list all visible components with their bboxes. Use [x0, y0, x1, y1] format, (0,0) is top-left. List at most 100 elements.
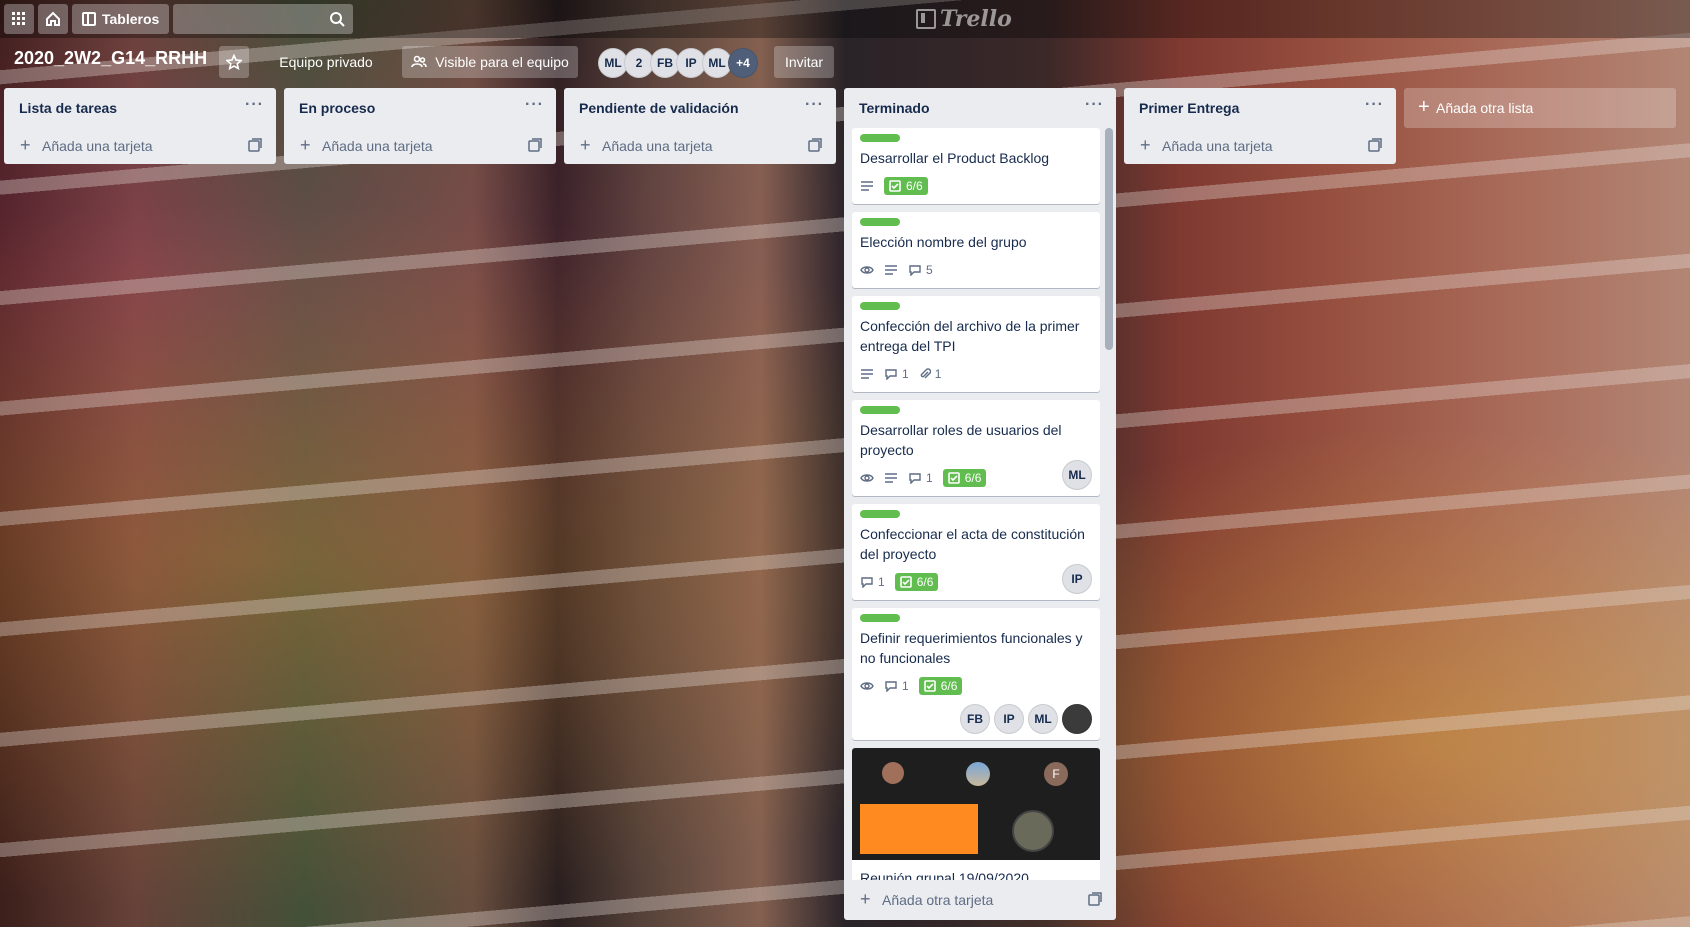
checklist-count: 6/6: [940, 679, 958, 693]
star-icon: [226, 54, 242, 70]
list-header: Terminado ···: [844, 88, 1116, 128]
paperclip-icon: [920, 368, 931, 379]
visibility-button[interactable]: Visible para el equipo: [402, 46, 578, 78]
card-title: Elección nombre del grupo: [860, 234, 1027, 250]
plus-icon: +: [1418, 96, 1430, 118]
grid-icon: [12, 12, 25, 25]
card-template-icon[interactable]: [248, 138, 262, 152]
card-with-cover[interactable]: F Reunión grupal 19/09/2020 1 1: [852, 748, 1100, 880]
add-card-label: Añada otra tarjeta: [882, 892, 994, 908]
card-title: Definir requerimientos funcionales y no …: [860, 630, 1083, 666]
star-board-button[interactable]: [219, 46, 249, 78]
plus-icon: +: [580, 135, 591, 155]
card-template-icon[interactable]: [808, 138, 822, 152]
eye-icon: [860, 682, 874, 690]
list-menu-button[interactable]: ···: [1085, 96, 1104, 114]
checklist-badge: 6/6: [884, 177, 928, 195]
card[interactable]: Confeccionar el acta de constitución del…: [852, 504, 1100, 600]
add-card-button[interactable]: + Añada una tarjeta: [4, 128, 276, 164]
add-card-button[interactable]: + Añada una tarjeta: [1124, 128, 1396, 164]
invite-button[interactable]: Invitar: [774, 46, 834, 78]
list-scrollbar-thumb[interactable]: [1105, 128, 1113, 350]
list-menu-button[interactable]: ···: [805, 96, 824, 114]
add-card-button[interactable]: + Añada otra tarjeta: [844, 882, 1116, 918]
card-badges: 6/6: [860, 174, 1092, 198]
card-label-green[interactable]: [860, 134, 900, 142]
comments-count: 1: [902, 367, 909, 381]
search-input[interactable]: [173, 4, 354, 34]
card-member-avatar[interactable]: IP: [1062, 564, 1092, 594]
plus-icon: +: [20, 135, 31, 155]
list-header: Primer Entrega ···: [1124, 88, 1396, 128]
eye-icon: [860, 474, 874, 482]
home-button[interactable]: [38, 4, 68, 34]
checklist-badge: 6/6: [894, 573, 939, 591]
card-label-green[interactable]: [860, 614, 900, 622]
card[interactable]: Confección del archivo de la primer entr…: [852, 296, 1100, 392]
comment-icon: [909, 473, 921, 484]
card[interactable]: Definir requerimientos funcionales y no …: [852, 608, 1100, 740]
board-title[interactable]: 2020_2W2_G14_RRHH: [14, 48, 207, 69]
comments-count: 5: [926, 263, 933, 277]
add-card-button[interactable]: + Añada una tarjeta: [284, 128, 556, 164]
card-members: ML: [1062, 460, 1092, 490]
card-label-green[interactable]: [860, 218, 900, 226]
board-icon: [82, 12, 96, 26]
list-en-proceso: En proceso ··· + Añada una tarjeta: [284, 88, 556, 164]
card[interactable]: Desarrollar el Product Backlog 6/6: [852, 128, 1100, 204]
team-button[interactable]: Equipo privado: [266, 46, 386, 78]
add-list-label: Añada otra lista: [1436, 100, 1534, 116]
card-title: Confeccionar el acta de constitución del…: [860, 526, 1085, 562]
card-member-avatar[interactable]: FB: [960, 704, 990, 734]
list-title[interactable]: Lista de tareas: [19, 100, 117, 116]
card-member-avatar[interactable]: ML: [1028, 704, 1058, 734]
trello-logo[interactable]: Trello: [916, 6, 1012, 32]
search-icon: [330, 12, 346, 27]
apps-grid-button[interactable]: [4, 4, 34, 34]
video-shared-screen: [860, 804, 978, 854]
card-badges: 1 6/6: [860, 674, 1092, 698]
checklist-count: 6/6: [906, 179, 923, 193]
list-pendiente-de-validacion: Pendiente de validación ··· + Añada una …: [564, 88, 836, 164]
card-template-icon[interactable]: [528, 138, 542, 152]
card-badges: 1 6/6: [860, 466, 1092, 490]
more-members-button[interactable]: +4: [728, 48, 758, 78]
list-menu-button[interactable]: ···: [245, 96, 264, 114]
list-scrollbar[interactable]: [1105, 128, 1113, 350]
list-title[interactable]: Primer Entrega: [1139, 100, 1239, 116]
card-label-green[interactable]: [860, 302, 900, 310]
list-menu-button[interactable]: ···: [525, 96, 544, 114]
trello-logo-icon: [916, 9, 936, 29]
add-card-button[interactable]: + Añada una tarjeta: [564, 128, 836, 164]
card-member-avatar[interactable]: IP: [994, 704, 1024, 734]
list-title[interactable]: Pendiente de validación: [579, 100, 739, 116]
description-icon: [861, 369, 873, 379]
list-terminado: Terminado ··· Desarrollar el Product Bac…: [844, 88, 1116, 920]
list-title[interactable]: En proceso: [299, 100, 375, 116]
card-label-green[interactable]: [860, 510, 900, 518]
card-template-icon[interactable]: [1368, 138, 1382, 152]
card[interactable]: Desarrollar roles de usuarios del proyec…: [852, 400, 1100, 496]
list-menu-button[interactable]: ···: [1365, 96, 1384, 114]
description-icon: [861, 181, 873, 191]
checklist-count: 6/6: [916, 575, 934, 589]
card-label-green[interactable]: [860, 406, 900, 414]
plus-icon: +: [1140, 135, 1151, 155]
video-participant-thumbnail: [882, 762, 904, 784]
visibility-label: Visible para el equipo: [435, 54, 569, 70]
add-card-label: Añada una tarjeta: [1162, 138, 1273, 154]
checklist-icon: [923, 680, 936, 692]
card-badges: 5: [860, 258, 1092, 282]
video-participant-thumbnail: [966, 762, 990, 786]
list-title[interactable]: Terminado: [859, 100, 930, 116]
comments-badge: 1: [860, 575, 885, 589]
add-list-button[interactable]: + Añada otra lista: [1404, 88, 1676, 128]
boards-button[interactable]: Tableros: [72, 4, 170, 34]
checklist-icon: [889, 180, 901, 192]
list-primer-entrega: Primer Entrega ··· + Añada una tarjeta: [1124, 88, 1396, 164]
comments-count: 1: [902, 679, 909, 693]
card-template-icon[interactable]: [1088, 892, 1102, 906]
card-member-photo-avatar[interactable]: [1062, 704, 1092, 734]
card[interactable]: Elección nombre del grupo 5: [852, 212, 1100, 288]
card-member-avatar[interactable]: ML: [1062, 460, 1092, 490]
